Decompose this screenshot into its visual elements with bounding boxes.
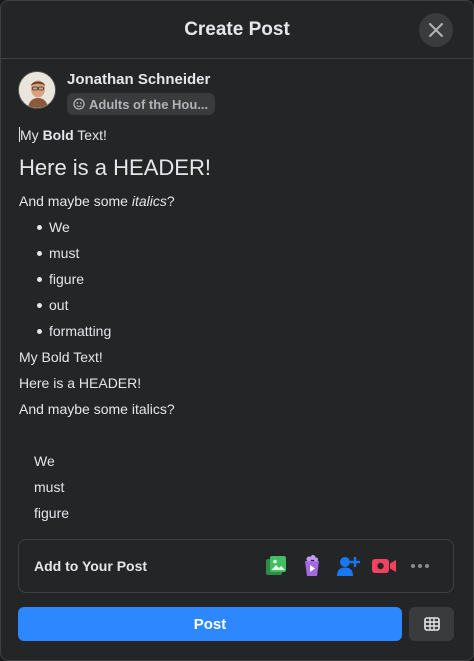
indented-line: We <box>34 453 55 469</box>
dialog-header: Create Post <box>1 1 473 59</box>
text-span: And maybe some <box>19 193 132 209</box>
close-button[interactable] <box>419 13 453 47</box>
author-info: Jonathan Schneider Adults of the Hou... <box>67 71 215 115</box>
live-video-icon <box>372 559 396 573</box>
dialog-title: Create Post <box>184 18 290 40</box>
post-button[interactable]: Post <box>18 607 402 641</box>
audience-label: Adults of the Hou... <box>89 96 209 112</box>
bullet-item: out <box>19 292 459 318</box>
close-icon <box>429 23 443 37</box>
plain-line: My Bold Text! <box>19 349 103 365</box>
editor-line-bold: My Bold Text! <box>19 122 459 148</box>
plain-line: And maybe some italics? <box>19 401 175 417</box>
add-to-post-label: Add to Your Post <box>34 558 148 574</box>
grid-icon <box>423 617 440 631</box>
editor-line-italics: And maybe some italics? <box>19 188 459 214</box>
live-video-button[interactable] <box>366 548 402 584</box>
more-options-button[interactable] <box>402 548 438 584</box>
tag-people-button[interactable] <box>330 548 366 584</box>
photo-video-icon <box>266 556 286 575</box>
bold-text: Bold <box>42 127 74 143</box>
text-span: ? <box>166 193 175 209</box>
layout-button[interactable] <box>409 607 454 641</box>
tag-people-icon <box>337 556 360 576</box>
bullet-item: must <box>19 240 459 266</box>
add-to-post-bar: Add to Your Post <box>18 539 454 593</box>
photo-video-button[interactable] <box>258 548 294 584</box>
text-span: My <box>20 127 43 143</box>
plain-line: Here is a HEADER! <box>19 375 142 391</box>
more-icon <box>411 564 429 568</box>
author-section: Jonathan Schneider Adults of the Hou... <box>18 71 215 115</box>
post-text-editor[interactable]: My Bold Text! Here is a HEADER! And mayb… <box>19 122 459 534</box>
text-span: Text! <box>73 127 107 143</box>
italic-text: italics <box>131 193 167 209</box>
gif-icon <box>305 555 319 576</box>
avatar <box>18 71 56 109</box>
author-name: Jonathan Schneider <box>67 71 211 88</box>
bullet-item: figure <box>19 266 459 292</box>
indented-line: figure <box>34 505 70 521</box>
editor-header-line: Here is a HEADER! <box>19 155 211 180</box>
bullet-item: We <box>19 214 459 240</box>
bullet-item: formatting <box>19 318 459 344</box>
create-post-dialog: Create Post Jonathan Schneider Adults of… <box>0 0 474 661</box>
indented-line: must <box>34 479 65 495</box>
audience-selector[interactable]: Adults of the Hou... <box>67 93 215 115</box>
group-icon <box>73 98 85 110</box>
gif-button[interactable] <box>294 548 330 584</box>
